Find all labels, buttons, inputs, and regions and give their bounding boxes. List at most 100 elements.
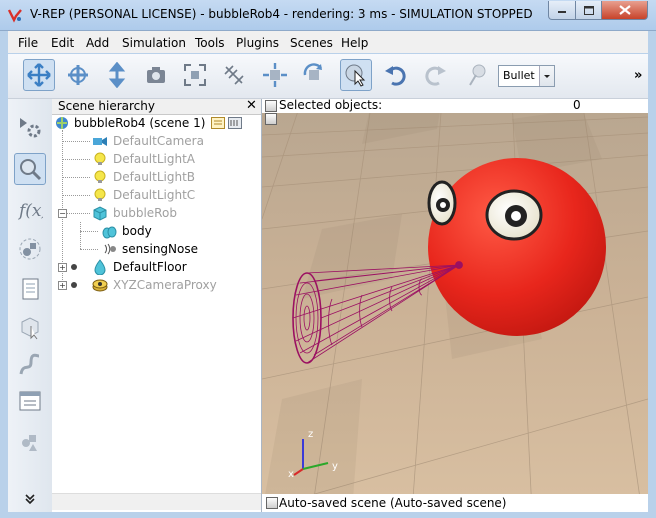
collections-button[interactable] (14, 425, 46, 457)
click-select-button[interactable] (340, 59, 372, 91)
scene-hierarchy-icon (20, 159, 42, 181)
object-rotate-button[interactable] (298, 59, 330, 91)
minimize-icon (558, 11, 566, 13)
camera-angle-icon (147, 67, 165, 83)
object-shift-icon (263, 63, 287, 87)
more-icon (25, 494, 35, 505)
axis-label-x: x (288, 469, 294, 480)
tree-item-body[interactable]: body (101, 222, 152, 240)
click-select-icon (345, 64, 366, 87)
scene-hierarchy-header: Scene hierarchy ✕ (52, 98, 261, 115)
tree-item-xyzcameraproxy[interactable]: XYZCameraProxy (92, 276, 217, 294)
shape-icon (93, 206, 107, 221)
expand-toggle[interactable]: + (58, 281, 67, 290)
camera-shift-icon (108, 62, 126, 88)
minimize-button[interactable] (548, 1, 576, 20)
close-icon[interactable]: ✕ (246, 98, 257, 113)
tree-item-bubblerob[interactable]: bubbleRob (92, 204, 177, 222)
redo-button[interactable] (419, 59, 451, 91)
user-settings-button[interactable] (14, 385, 46, 417)
collapse-toggle[interactable]: − (58, 209, 67, 218)
camera-pan-button[interactable] (23, 59, 55, 91)
tree-item-defaultcamera[interactable]: DefaultCamera (92, 132, 204, 150)
viewport-menu-button[interactable] (265, 100, 277, 112)
undo-button[interactable] (380, 59, 412, 91)
menu-tools[interactable]: Tools (195, 36, 225, 50)
model-browser-button[interactable] (14, 233, 46, 265)
selection-button[interactable] (14, 311, 46, 343)
light-icon (94, 152, 106, 165)
more-button[interactable] (14, 489, 46, 509)
chevron-down-icon (539, 66, 554, 86)
tree-item-defaultlightc[interactable]: DefaultLightC (92, 186, 195, 204)
scene-settings-icon[interactable] (228, 117, 243, 129)
scene-hierarchy-panel: Scene hierarchy ✕ bubbleRob4 (scene 1) D… (52, 98, 262, 512)
fit-to-view-icon (184, 64, 206, 86)
window-frame-bottom (0, 512, 656, 518)
horizontal-scrollbar[interactable] (52, 493, 261, 510)
simulation-settings-icon (20, 118, 41, 138)
scene-selector-icon (22, 278, 39, 300)
tree-item-defaultfloor[interactable]: DefaultFloor (92, 258, 187, 276)
shape-icon (102, 226, 117, 239)
shape-icon (94, 259, 106, 275)
scene-selector-button[interactable] (14, 273, 46, 305)
physics-engine-select[interactable]: Bullet (498, 65, 555, 87)
close-icon (618, 5, 631, 15)
status-toggle-button[interactable] (266, 497, 278, 509)
menu-file[interactable]: File (18, 36, 38, 50)
collections-icon (22, 435, 37, 451)
dynamics-settings-button[interactable] (461, 59, 493, 91)
camera-shift-button[interactable] (101, 59, 133, 91)
path-button[interactable] (14, 349, 46, 381)
scene-render: z x y (262, 99, 648, 512)
scene-viewport[interactable]: z x y (262, 99, 648, 512)
item-label: DefaultCamera (113, 134, 204, 148)
selection-icon (21, 317, 39, 340)
fit-to-view-button[interactable] (179, 59, 211, 91)
menu-scenes[interactable]: Scenes (290, 36, 333, 50)
fly-button[interactable] (218, 59, 250, 91)
object-shift-button[interactable] (259, 59, 291, 91)
menu-bar: File Edit Add Simulation Tools Plugins S… (8, 31, 648, 53)
scene-hierarchy-button[interactable] (14, 153, 46, 185)
axis-label-y: y (332, 461, 338, 472)
viewport-toggle-button[interactable] (265, 113, 277, 125)
tree-item-defaultlightb[interactable]: DefaultLightB (92, 168, 195, 186)
vrep-logo-icon (7, 9, 22, 23)
visibility-dot (71, 282, 77, 288)
menu-help[interactable]: Help (341, 36, 368, 50)
camera-angle-button[interactable] (140, 59, 172, 91)
close-button[interactable] (601, 1, 648, 20)
item-label: DefaultLightA (113, 152, 196, 166)
maximize-button[interactable] (575, 1, 602, 20)
robot-body (428, 158, 606, 336)
toolbar-overflow-button[interactable]: » (634, 68, 642, 83)
svg-text:f(x): f(x) (17, 201, 43, 221)
item-label: DefaultLightC (113, 188, 196, 202)
item-label: DefaultLightB (113, 170, 196, 184)
calculation-modules-button[interactable]: f(x) (14, 193, 46, 225)
menu-simulation[interactable]: Simulation (122, 36, 186, 50)
item-label: sensingNose (122, 242, 199, 256)
object-rotate-icon (303, 63, 322, 80)
selection-info-bar: Selected objects: 0 (262, 98, 648, 113)
maximize-icon (583, 5, 594, 15)
status-bar: Auto-saved scene (Auto-saved scene) (262, 494, 648, 512)
menu-plugins[interactable]: Plugins (236, 36, 279, 50)
expand-toggle[interactable]: + (58, 263, 67, 272)
tree-scene-root[interactable]: bubbleRob4 (scene 1) (55, 114, 243, 132)
tree-item-defaultlighta[interactable]: DefaultLightA (92, 150, 195, 168)
item-label: bubbleRob (113, 206, 177, 220)
camera-rotate-button[interactable] (62, 59, 94, 91)
camera-rotate-icon (68, 65, 88, 85)
menu-edit[interactable]: Edit (51, 36, 74, 50)
tree-item-sensingnose[interactable]: sensingNose (101, 240, 198, 258)
simulation-settings-button[interactable] (14, 111, 46, 143)
menu-add[interactable]: Add (86, 36, 109, 50)
undo-icon (385, 66, 406, 86)
status-text: Auto-saved scene (Auto-saved scene) (279, 496, 507, 510)
scene-hierarchy-title: Scene hierarchy (58, 99, 155, 113)
light-icon (94, 170, 106, 183)
script-edit-icon[interactable] (211, 117, 226, 129)
